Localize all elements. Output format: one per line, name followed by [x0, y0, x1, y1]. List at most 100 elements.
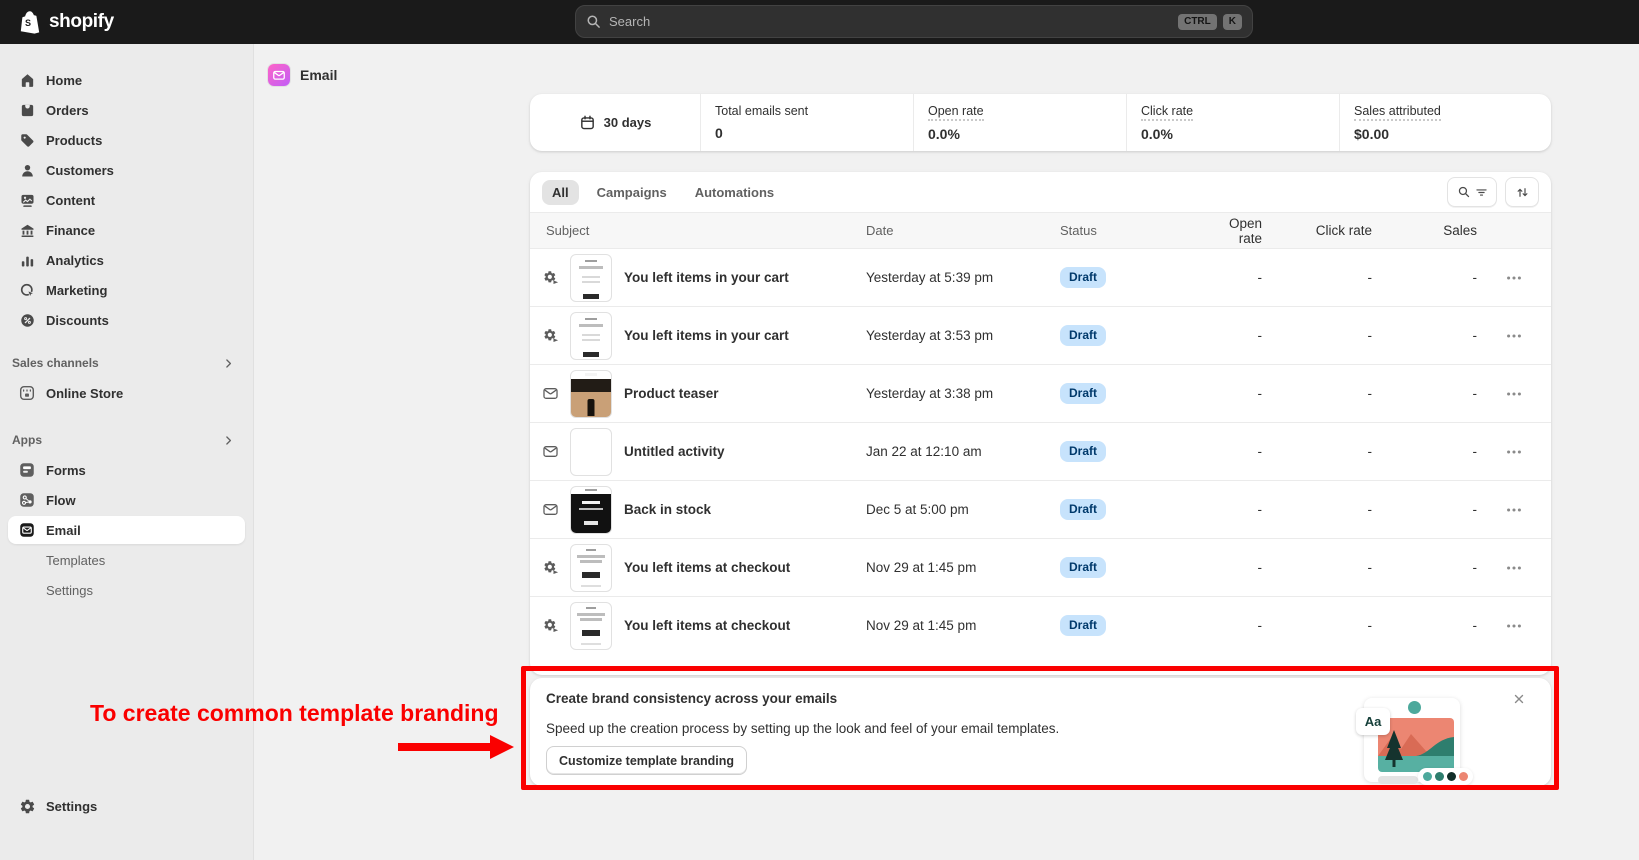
sidebar-item-customers[interactable]: Customers: [8, 156, 245, 184]
sidebar-item-analytics[interactable]: Analytics: [8, 246, 245, 274]
sidebar-item-label: Email: [46, 522, 81, 538]
table-row[interactable]: Back in stock Dec 5 at 5:00 pm Draft - -…: [530, 481, 1551, 539]
topbar: S shopify Search CTRL K: [0, 0, 1639, 44]
sidebar-item-label: Forms: [46, 462, 86, 478]
email-thumbnail: [570, 427, 612, 476]
sidebar-item-label: Online Store: [46, 385, 124, 401]
sidebar-item-forms[interactable]: Forms: [8, 456, 245, 484]
sort-button[interactable]: [1505, 177, 1539, 207]
table-row[interactable]: You left items in your cart Yesterday at…: [530, 307, 1551, 365]
illustration-color-swatches: [1418, 768, 1473, 785]
sidebar-item-email-settings[interactable]: Settings: [8, 576, 245, 604]
finance-bank-icon: [18, 221, 36, 239]
column-open-rate: Open rate: [1228, 215, 1262, 246]
row-actions-menu[interactable]: [1502, 268, 1526, 288]
sidebar-item-orders[interactable]: Orders: [8, 96, 245, 124]
click-rate-value: -: [1367, 444, 1373, 459]
sidebar-item-label: Orders: [46, 102, 89, 118]
sidebar-item-content[interactable]: Content: [8, 186, 245, 214]
sidebar-item-products[interactable]: Products: [8, 126, 245, 154]
table-row[interactable]: You left items at checkout Nov 29 at 1:4…: [530, 539, 1551, 597]
sidebar-item-templates[interactable]: Templates: [8, 546, 245, 574]
close-icon[interactable]: [1511, 691, 1527, 707]
page-title: Email: [300, 67, 338, 83]
sales-value: -: [1472, 386, 1478, 401]
status-badge: Draft: [1060, 267, 1107, 288]
sidebar-section-sales-channels[interactable]: Sales channels: [8, 349, 245, 377]
status-badge: Draft: [1060, 499, 1107, 520]
tab-all[interactable]: All: [542, 179, 579, 205]
sidebar-item-flow[interactable]: Flow: [8, 486, 245, 514]
email-date: Yesterday at 5:39 pm: [866, 270, 994, 285]
sidebar-item-discounts[interactable]: Discounts: [8, 306, 245, 334]
email-subject: You left items in your cart: [624, 328, 789, 343]
sidebar-item-label: Templates: [46, 552, 106, 568]
campaign-icon: [542, 501, 559, 518]
sidebar-section-apps[interactable]: Apps: [8, 426, 245, 454]
sidebar-item-finance[interactable]: Finance: [8, 216, 245, 244]
illustration-bar: [1378, 776, 1418, 784]
open-rate-value: -: [1257, 618, 1263, 633]
sales-value: -: [1472, 618, 1478, 633]
status-badge: Draft: [1060, 383, 1107, 404]
email-subject: You left items in your cart: [624, 270, 789, 285]
row-actions-menu[interactable]: [1502, 326, 1526, 346]
emails-table-card: All Campaigns Automations Subject Date S…: [530, 172, 1551, 675]
row-actions-menu[interactable]: [1502, 500, 1526, 520]
search-filter-button[interactable]: [1447, 177, 1497, 207]
status-badge: Draft: [1060, 441, 1107, 462]
date-range-label: 30 days: [603, 115, 652, 130]
tab-automations[interactable]: Automations: [685, 180, 784, 205]
sidebar-item-home[interactable]: Home: [8, 66, 245, 94]
table-row[interactable]: You left items at checkout Nov 29 at 1:4…: [530, 597, 1551, 654]
row-actions-menu[interactable]: [1502, 616, 1526, 636]
table-row[interactable]: You left items in your cart Yesterday at…: [530, 249, 1551, 307]
analytics-bars-icon: [18, 251, 36, 269]
email-date: Jan 22 at 12:10 am: [866, 444, 982, 459]
column-click-rate: Click rate: [1315, 223, 1372, 238]
shopify-admin: S shopify Search CTRL K Home Orders Prod…: [0, 0, 1639, 860]
calendar-icon: [580, 115, 594, 130]
row-actions-menu[interactable]: [1502, 558, 1526, 578]
sales-value: -: [1472, 444, 1478, 459]
row-actions-menu[interactable]: [1502, 442, 1526, 462]
content-icon: [18, 191, 36, 209]
email-app-icon: [18, 521, 36, 539]
date-range-selector[interactable]: 30 days: [530, 94, 700, 151]
table-row[interactable]: Product teaser Yesterday at 3:38 pm Draf…: [530, 365, 1551, 423]
shopify-logo[interactable]: S shopify: [18, 0, 114, 44]
table-row[interactable]: Untitled activity Jan 22 at 12:10 am Dra…: [530, 423, 1551, 481]
search-input[interactable]: Search CTRL K: [575, 5, 1253, 38]
sidebar-item-online-store[interactable]: Online Store: [8, 379, 245, 407]
status-badge: Draft: [1060, 615, 1107, 636]
sidebar-item-email[interactable]: Email: [8, 516, 245, 544]
campaign-icon: [542, 385, 559, 402]
sidebar-item-label: Discounts: [46, 312, 109, 328]
sidebar-item-label: Settings: [46, 798, 98, 814]
metric-label: Sales attributed: [1354, 104, 1441, 121]
campaign-icon: [542, 443, 559, 460]
metric-open-rate: Open rate 0.0%: [913, 94, 1126, 151]
sales-value: -: [1472, 270, 1478, 285]
customize-template-branding-button[interactable]: Customize template branding: [546, 746, 748, 775]
email-date: Dec 5 at 5:00 pm: [866, 502, 969, 517]
column-subject: Subject: [546, 223, 590, 238]
section-label: Sales channels: [12, 356, 99, 370]
sidebar-item-label: Finance: [46, 222, 96, 238]
metric-value: 0.0%: [1141, 126, 1173, 142]
section-label: Apps: [12, 433, 42, 447]
annotation-arrow: [398, 743, 492, 751]
metric-sales-attributed: Sales attributed $0.00: [1339, 94, 1551, 151]
email-subject: You left items at checkout: [624, 560, 791, 575]
open-rate-value: -: [1257, 502, 1263, 517]
shopify-wordmark: shopify: [49, 11, 114, 32]
illustration-typography-chip: Aa: [1356, 708, 1390, 735]
tab-campaigns[interactable]: Campaigns: [587, 180, 677, 205]
status-badge: Draft: [1060, 325, 1107, 346]
discounts-icon: [18, 311, 36, 329]
click-rate-value: -: [1367, 386, 1373, 401]
row-actions-menu[interactable]: [1502, 384, 1526, 404]
sidebar-item-marketing[interactable]: Marketing: [8, 276, 245, 304]
sidebar-item-settings[interactable]: Settings: [8, 792, 245, 820]
click-rate-value: -: [1367, 328, 1373, 343]
